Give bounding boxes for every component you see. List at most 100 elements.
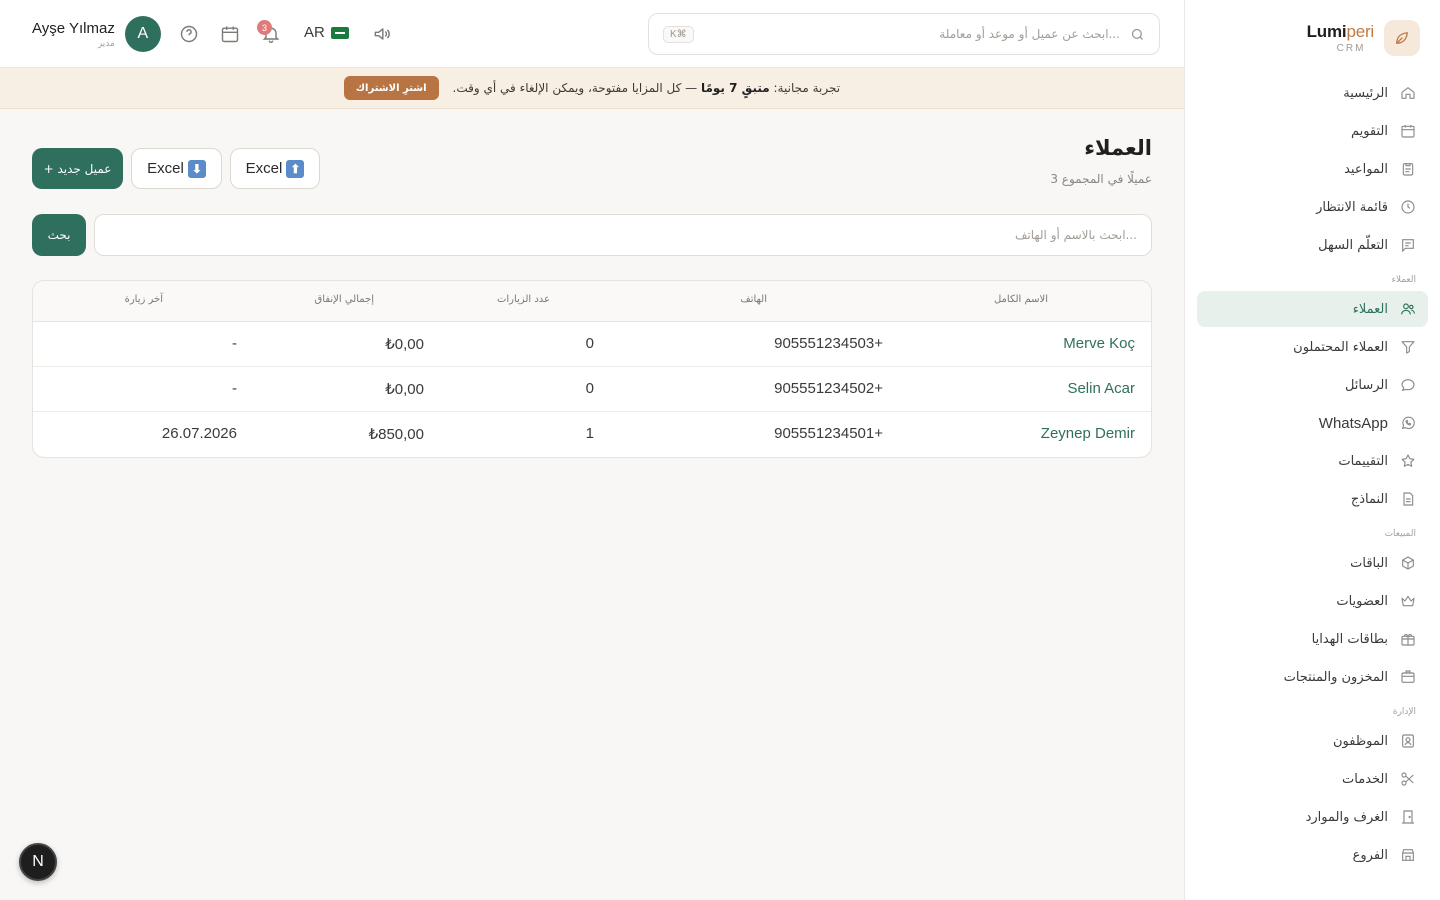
customer-phone: 905551234501+ bbox=[774, 425, 883, 442]
star-icon bbox=[1401, 454, 1415, 467]
sidebar-item-branches[interactable]: الفروع bbox=[1197, 837, 1428, 873]
import-label: Excel bbox=[147, 160, 184, 177]
crown-icon bbox=[1401, 595, 1415, 607]
customer-name[interactable]: Merve Koç bbox=[1063, 335, 1135, 352]
column-header-phone[interactable]: الهاتف bbox=[740, 294, 767, 305]
sidebar-item-reviews[interactable]: التقييمات bbox=[1197, 443, 1428, 479]
trial-banner: تجربة مجانية: متبقٍ 7 يومًا — كل المزايا… bbox=[0, 68, 1184, 109]
customer-spend: ₺0,00 bbox=[385, 336, 424, 353]
inventory-icon bbox=[1401, 670, 1415, 683]
sidebar-item-packages[interactable]: الباقات bbox=[1197, 545, 1428, 581]
export-excel-button[interactable]: Excel ⬆ bbox=[230, 148, 320, 189]
avatar[interactable]: A bbox=[124, 16, 161, 52]
table-row[interactable]: Merve Koç 905551234503+ 0 ₺0,00 - bbox=[33, 322, 1151, 367]
import-excel-button[interactable]: Excel ⬇ bbox=[131, 148, 222, 189]
section-customers: العملاء bbox=[1391, 275, 1416, 285]
sidebar-nav: الرئيسية التقويم المواعيد قائمة الانتظار… bbox=[1197, 75, 1428, 875]
document-icon bbox=[1403, 492, 1414, 506]
sidebar-item-leads[interactable]: العملاء المحتملون bbox=[1197, 329, 1428, 365]
gift-icon bbox=[1401, 634, 1415, 646]
customer-visits: 1 bbox=[585, 425, 594, 442]
calendar-icon[interactable] bbox=[220, 24, 240, 44]
sidebar-item-gift-cards[interactable]: بطاقات الهدايا bbox=[1197, 621, 1428, 657]
box-icon bbox=[1402, 556, 1414, 570]
sidebar-item-calendar[interactable]: التقويم bbox=[1197, 113, 1428, 149]
customer-phone: 905551234502+ bbox=[774, 380, 883, 397]
sidebar-item-services[interactable]: الخدمات bbox=[1197, 761, 1428, 797]
customer-visits: 0 bbox=[585, 380, 594, 397]
saudi-flag-icon bbox=[330, 26, 349, 39]
customers-table: الاسم الكامل الهاتف عدد الزيارات إجمالي … bbox=[32, 280, 1152, 458]
customer-last-visit: 26.07.2026 bbox=[161, 425, 237, 442]
clock-icon bbox=[1401, 200, 1415, 214]
trial-days-remaining: متبقٍ 7 يومًا bbox=[700, 81, 770, 95]
language-switcher[interactable]: AR bbox=[304, 24, 349, 41]
user-role: مدير bbox=[97, 38, 115, 49]
column-header-last-visit[interactable]: آخر زيارة bbox=[125, 294, 163, 305]
customer-count: 3 عميلًا في المجموع bbox=[1050, 172, 1152, 186]
column-header-name[interactable]: الاسم الكامل bbox=[994, 294, 1048, 305]
new-customer-button[interactable]: + عميل جديد bbox=[32, 148, 123, 189]
trial-banner-text: تجربة مجانية: متبقٍ 7 يومًا — كل المزايا… bbox=[452, 81, 841, 95]
user-name: Ayşe Yılmaz bbox=[32, 19, 115, 37]
table-row[interactable]: Zeynep Demir 905551234501+ 1 ₺850,00 26.… bbox=[33, 412, 1151, 457]
section-admin: الإدارة bbox=[1392, 707, 1416, 717]
language-code: AR bbox=[304, 24, 325, 41]
help-icon[interactable] bbox=[179, 24, 199, 44]
subscribe-button[interactable]: اشترِ الاشتراك bbox=[343, 76, 439, 100]
chat-icon bbox=[1402, 239, 1414, 253]
customer-last-visit: - bbox=[232, 380, 237, 397]
brand-subtitle: CRM bbox=[1336, 43, 1366, 54]
customer-visits: 0 bbox=[585, 335, 594, 352]
shortcut-badge: K⌘ bbox=[663, 25, 694, 43]
sidebar-item-memberships[interactable]: العضويات bbox=[1197, 583, 1428, 619]
top-bar: ابحث عن عميل أو موعد أو معاملة... K⌘ Ayş… bbox=[0, 0, 1184, 68]
users-icon bbox=[1401, 303, 1415, 315]
global-search-input[interactable]: ابحث عن عميل أو موعد أو معاملة... K⌘ bbox=[648, 13, 1160, 55]
search-icon bbox=[1131, 28, 1143, 40]
sidebar-item-appointments[interactable]: المواعيد bbox=[1197, 151, 1428, 187]
customer-name[interactable]: Selin Acar bbox=[1067, 380, 1135, 397]
next-devtools-button[interactable]: N bbox=[19, 843, 57, 881]
page-title: العملاء bbox=[1084, 136, 1152, 160]
sidebar-item-staff[interactable]: الموظفون bbox=[1197, 723, 1428, 759]
speaker-icon[interactable] bbox=[372, 24, 392, 44]
section-sales: المبيعات bbox=[1384, 529, 1416, 539]
clipboard-icon bbox=[1402, 163, 1414, 176]
message-icon bbox=[1401, 379, 1415, 392]
sidebar-item-rooms[interactable]: الغرف والموارد bbox=[1197, 799, 1428, 835]
door-icon bbox=[1402, 810, 1414, 824]
column-header-visits[interactable]: عدد الزيارات bbox=[497, 294, 550, 305]
customer-search-placeholder: ابحث بالاسم أو الهاتف... bbox=[1014, 228, 1137, 242]
sidebar: Lumiperi CRM الرئيسية التقويم المواعيد ق… bbox=[1184, 0, 1440, 900]
brand[interactable]: Lumiperi CRM bbox=[1307, 20, 1420, 56]
customer-name[interactable]: Zeynep Demir bbox=[1041, 425, 1135, 442]
arrow-up-icon: ⬆ bbox=[286, 159, 305, 178]
store-icon bbox=[1402, 849, 1414, 861]
global-search-placeholder: ابحث عن عميل أو موعد أو معاملة... bbox=[939, 27, 1120, 41]
customer-spend: ₺0,00 bbox=[385, 381, 424, 398]
customer-last-visit: - bbox=[232, 335, 237, 352]
sidebar-item-messages[interactable]: الرسائل bbox=[1197, 367, 1428, 403]
scissors-icon bbox=[1401, 772, 1414, 786]
sidebar-item-customers[interactable]: العملاء bbox=[1197, 291, 1428, 327]
customer-spend: ₺850,00 bbox=[368, 426, 424, 443]
table-header: الاسم الكامل الهاتف عدد الزيارات إجمالي … bbox=[33, 281, 1151, 322]
sidebar-item-learning[interactable]: التعلّم السهل bbox=[1197, 227, 1428, 263]
whatsapp-icon bbox=[1401, 416, 1415, 430]
staff-icon bbox=[1402, 734, 1414, 748]
customer-phone: 905551234503+ bbox=[774, 335, 883, 352]
sidebar-item-inventory[interactable]: المخزون والمنتجات bbox=[1197, 659, 1428, 695]
sidebar-item-whatsapp[interactable]: WhatsApp bbox=[1197, 405, 1428, 441]
sidebar-item-waitlist[interactable]: قائمة الانتظار bbox=[1197, 189, 1428, 225]
calendar-icon bbox=[1401, 125, 1415, 138]
user-menu[interactable]: Ayşe Yılmaz مدير A bbox=[32, 16, 161, 52]
sidebar-item-forms[interactable]: النماذج bbox=[1197, 481, 1428, 517]
brand-name: Lumiperi bbox=[1306, 22, 1375, 41]
column-header-spend[interactable]: إجمالي الإنفاق bbox=[315, 294, 374, 305]
table-row[interactable]: Selin Acar 905551234502+ 0 ₺0,00 - bbox=[33, 367, 1151, 412]
customer-search-input[interactable]: ابحث بالاسم أو الهاتف... bbox=[94, 214, 1152, 256]
search-button[interactable]: بحث bbox=[32, 214, 86, 256]
sidebar-item-home[interactable]: الرئيسية bbox=[1197, 75, 1428, 111]
export-label: Excel bbox=[245, 160, 283, 177]
